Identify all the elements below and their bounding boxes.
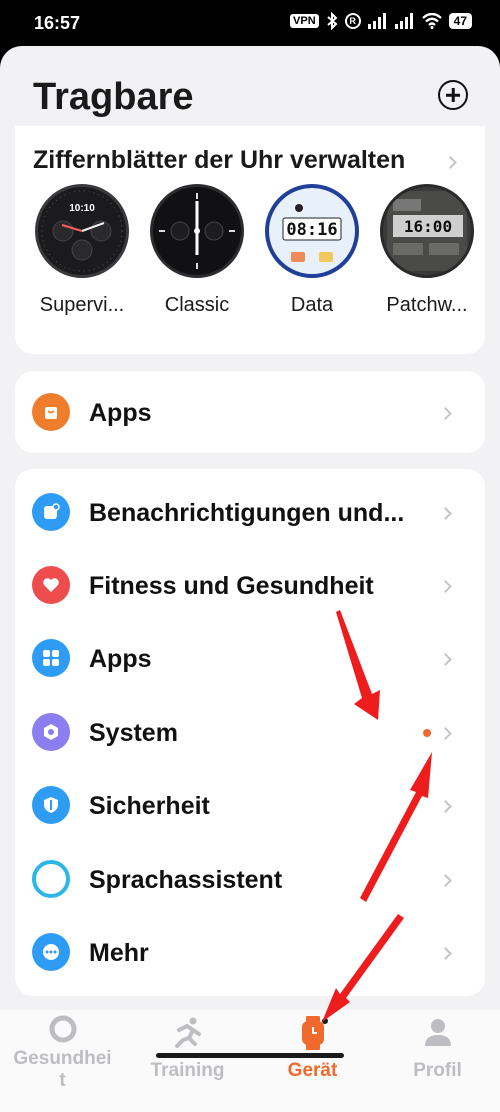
ring-icon — [49, 1015, 77, 1043]
menu-item-security[interactable]: Sicherheit — [15, 770, 485, 840]
status-icons: VPN R 47 — [290, 12, 472, 30]
watchfaces-title[interactable]: Ziffernblätter der Uhr verwalten — [33, 146, 405, 175]
watchface-name: Supervi... — [39, 294, 125, 316]
menu-item-label: Apps — [89, 645, 152, 673]
menu-item-label: System — [89, 719, 178, 747]
notification-icon — [32, 493, 70, 531]
menu-item-label: Benachrichtigungen und... — [89, 499, 405, 527]
watchface-data-preview: 08:16 — [265, 184, 359, 278]
runner-icon — [175, 1017, 201, 1048]
more-icon — [32, 933, 70, 971]
heart-icon — [32, 566, 70, 604]
watchface-item[interactable]: 16:00 Patchw... — [377, 184, 477, 317]
status-bar: 16:57 VPN R 47 — [0, 0, 500, 46]
watchface-item[interactable]: 10:10 Supervi... — [32, 184, 132, 317]
wifi-icon — [421, 13, 442, 29]
nav-item-health[interactable]: Gesundheit — [0, 1010, 125, 1100]
nav-label: Training — [150, 1060, 225, 1081]
watchface-patchwork-preview: 16:00 — [380, 184, 474, 278]
watchface-name: Classic — [164, 294, 230, 316]
watchface-time: 16:00 — [404, 217, 452, 236]
update-badge-dot — [423, 729, 431, 737]
home-indicator[interactable] — [156, 1053, 344, 1058]
chevron-right-icon — [439, 407, 452, 420]
watchface-item[interactable]: 08:16 Data — [262, 184, 362, 317]
watchface-name: Patchw... — [386, 294, 468, 316]
system-icon — [32, 713, 70, 751]
nav-active-dot — [322, 1018, 328, 1024]
chevron-right-icon — [439, 507, 452, 520]
chevron-right-icon — [439, 653, 452, 666]
apps-label: Apps — [89, 399, 152, 427]
nav-item-profile[interactable]: Profil — [375, 1010, 500, 1100]
menu-item-apps[interactable]: Apps — [15, 623, 485, 693]
chevron-right-icon[interactable] — [444, 156, 457, 169]
vpn-badge: VPN — [290, 14, 319, 28]
apps-row[interactable]: Apps — [15, 377, 485, 447]
signal-icon-2 — [394, 13, 413, 29]
menu-item-system[interactable]: System — [15, 697, 485, 767]
nav-label: Gerät — [287, 1060, 338, 1081]
menu-item-fitness[interactable]: Fitness und Gesundheit — [15, 550, 485, 620]
chevron-right-icon — [439, 580, 452, 593]
watchface-name: Data — [290, 294, 334, 316]
settings-list-card: Benachrichtigungen und... Fitness und Ge… — [15, 469, 485, 996]
watchface-time: 10:10 — [69, 203, 95, 214]
watchface-classic-preview — [150, 184, 244, 278]
chevron-right-icon — [439, 874, 452, 887]
bottom-nav: Gesundheit Training Gerät Profil — [0, 1010, 500, 1112]
chevron-right-icon — [439, 947, 452, 960]
menu-item-label: Mehr — [89, 939, 149, 967]
menu-item-voice-assistant[interactable]: Sprachassistent — [15, 844, 485, 914]
shield-icon — [32, 786, 70, 824]
alexa-icon — [32, 860, 70, 898]
menu-item-notifications[interactable]: Benachrichtigungen und... — [15, 477, 485, 547]
person-icon — [425, 1019, 451, 1046]
watchface-item[interactable]: Classic — [147, 184, 247, 317]
apps-grid-icon — [32, 639, 70, 677]
watchfaces-card: Ziffernblätter der Uhr verwalten 10:10 S… — [15, 126, 485, 354]
menu-item-more[interactable]: Mehr — [15, 917, 485, 987]
apps-card[interactable]: Apps — [15, 371, 485, 453]
signal-icon — [367, 13, 386, 29]
watchface-supervisor-preview: 10:10 — [35, 184, 129, 278]
bluetooth-icon — [326, 12, 338, 30]
nav-label: Gesundheit — [13, 1048, 112, 1091]
menu-item-label: Fitness und Gesundheit — [89, 572, 374, 600]
page-title: Tragbare — [33, 76, 194, 118]
chevron-right-icon — [439, 727, 452, 740]
battery-indicator: 47 — [448, 13, 472, 29]
app-surface: Tragbare Ziffernblätter der Uhr verwalte… — [0, 46, 500, 1112]
watchface-time: 08:16 — [286, 220, 337, 240]
menu-item-label: Sicherheit — [89, 792, 210, 820]
status-time: 16:57 — [34, 13, 81, 33]
shopping-bag-icon — [32, 393, 70, 431]
chevron-right-icon — [439, 800, 452, 813]
registered-icon: R — [344, 13, 361, 29]
add-device-button[interactable] — [438, 80, 468, 110]
nav-label: Profil — [413, 1060, 462, 1081]
menu-item-label: Sprachassistent — [89, 866, 283, 894]
